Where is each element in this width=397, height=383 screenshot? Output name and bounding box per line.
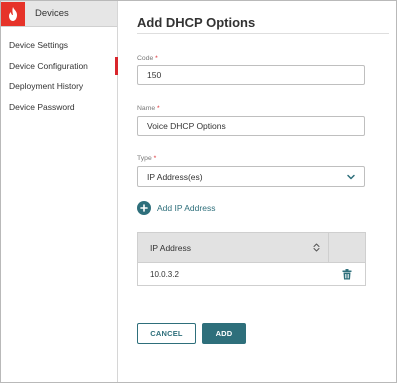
type-field-label: Type * xyxy=(137,155,156,162)
sidebar-nav: Device Settings Device Configuration Dep… xyxy=(1,35,118,118)
ip-address-table: IP Address 10.0.3.2 xyxy=(137,232,366,286)
sidebar-item-label: Device Configuration xyxy=(9,60,88,71)
page-title: Add DHCP Options xyxy=(137,15,256,30)
ip-address-column-header[interactable]: IP Address xyxy=(138,233,329,262)
sidebar-item-device-configuration[interactable]: Device Configuration xyxy=(1,56,118,77)
code-input[interactable] xyxy=(137,65,365,85)
column-header-label: IP Address xyxy=(150,242,191,253)
name-label-text: Name xyxy=(137,105,156,112)
code-label-text: Code xyxy=(137,55,154,62)
sidebar-item-device-settings[interactable]: Device Settings xyxy=(1,35,117,56)
sidebar-item-label: Deployment History xyxy=(9,81,84,92)
type-selected-value: IP Address(es) xyxy=(147,171,203,182)
required-mark: * xyxy=(155,55,158,62)
name-field-label: Name * xyxy=(137,105,160,112)
required-mark: * xyxy=(157,105,160,112)
sidebar-item-label: Device Settings xyxy=(9,40,69,51)
required-mark: * xyxy=(153,155,157,162)
name-input[interactable] xyxy=(137,116,365,136)
trash-icon[interactable] xyxy=(342,268,352,280)
row-actions xyxy=(329,268,365,280)
chevron-down-icon xyxy=(347,174,355,179)
plus-circle-icon xyxy=(137,201,151,215)
type-select[interactable]: IP Address(es) xyxy=(137,166,365,187)
add-ip-address-link[interactable]: Add IP Address xyxy=(137,201,215,215)
type-label-text: Type xyxy=(137,155,152,162)
sidebar-title: Devices xyxy=(35,8,69,19)
title-divider xyxy=(137,33,389,34)
ip-address-cell: 10.0.3.2 xyxy=(150,269,179,279)
main-panel: Add DHCP Options Code * Name * Type * IP… xyxy=(119,1,396,382)
add-ip-address-label: Add IP Address xyxy=(157,203,216,213)
sort-icon[interactable] xyxy=(313,243,320,252)
sidebar-item-deployment-history[interactable]: Deployment History xyxy=(1,76,117,97)
cancel-button[interactable]: CANCEL xyxy=(137,323,196,344)
actions-column-header xyxy=(329,233,365,262)
code-field-label: Code * xyxy=(137,55,158,62)
sidebar-item-device-password[interactable]: Device Password xyxy=(1,97,117,118)
sidebar-item-label: Device Password xyxy=(9,101,75,112)
sidebar-header: Devices xyxy=(1,1,117,27)
table-header: IP Address xyxy=(138,233,365,263)
sidebar: Devices Device Settings Device Configura… xyxy=(1,1,118,382)
flame-logo-icon xyxy=(1,1,25,26)
table-row: 10.0.3.2 xyxy=(138,263,365,285)
add-button[interactable]: ADD xyxy=(202,323,246,344)
